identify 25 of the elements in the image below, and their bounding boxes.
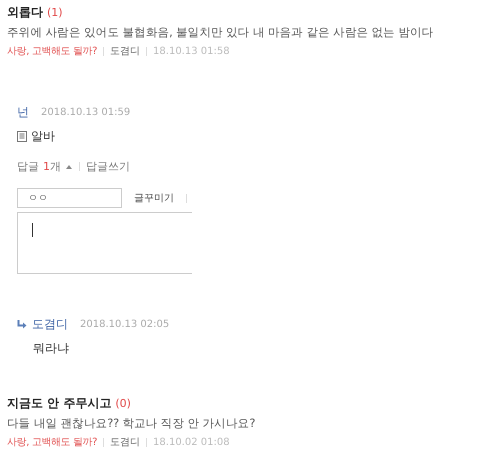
comment-count: (0) [115, 397, 131, 410]
category-link[interactable]: 사랑, 고백해도 될까? [7, 44, 98, 58]
category-link[interactable]: 사랑, 고백해도 될까? [7, 435, 98, 449]
post-body: 주위에 사람은 있어도 불협화음, 불일치만 있다 내 마음과 같은 사람은 없는 밤이다 [7, 25, 434, 40]
post-date: 18.10.02 01:08 [153, 436, 230, 448]
post-title[interactable]: 지금도 안 주무시고 [7, 395, 112, 412]
comment-date: 2018.10.13 01:59 [41, 107, 130, 118]
post-author: 도겸디 [110, 45, 140, 58]
reply-date: 2018.10.13 02:05 [80, 319, 170, 330]
comment-count: (1) [47, 6, 63, 19]
name-field[interactable]: ㅇㅇ [17, 188, 122, 208]
write-reply-link[interactable]: 답글쓰기 [86, 159, 130, 174]
post-author: 도겸디 [110, 436, 140, 449]
reply-text: 뭐라냐 [33, 340, 70, 357]
comment-author: 넌 [17, 104, 29, 121]
post-body: 다들 내일 괜찮나요?? 학교나 직장 안 가시나요? [7, 416, 256, 431]
comment-text: 알바 [31, 128, 55, 145]
reply-author: 도겸디 [32, 316, 68, 333]
post-title[interactable]: 외롭다 [7, 4, 43, 21]
post-date: 18.10.13 01:58 [153, 46, 230, 56]
memo-icon [17, 131, 27, 142]
replies-toggle[interactable]: 답글 1개 [17, 159, 73, 174]
reply-text-area[interactable] [17, 212, 192, 274]
decorate-button[interactable]: 글꾸미기 [134, 191, 174, 205]
reply-arrow-icon [17, 320, 27, 329]
